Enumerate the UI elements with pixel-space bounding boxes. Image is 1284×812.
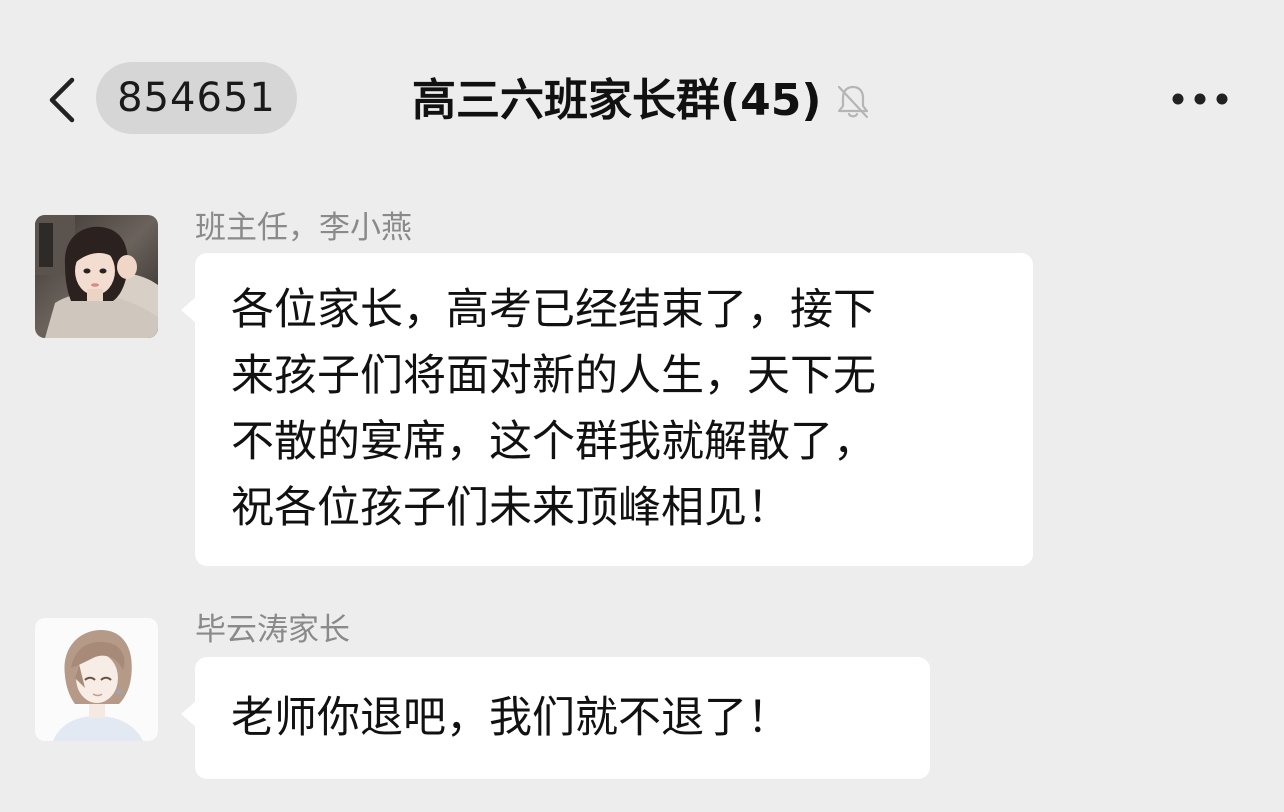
- back-button[interactable]: [40, 70, 90, 130]
- parent-avatar[interactable]: [35, 618, 158, 741]
- more-dots-icon: [1172, 93, 1228, 105]
- bell-slash-icon: [833, 81, 873, 121]
- message-text-line: 祝各位孩子们未来顶峰相见！: [231, 483, 790, 533]
- teacher-avatar[interactable]: [35, 215, 158, 338]
- sender-name: 毕云涛家长: [195, 612, 350, 648]
- message-text-line: 各位家长，高考已经结束了，接下: [231, 285, 876, 335]
- unread-count-badge[interactable]: 854651: [96, 62, 297, 134]
- message-text-line: 老师你退吧，我们就不退了！: [231, 693, 790, 743]
- page-title: 高三六班家长群(45): [412, 75, 822, 126]
- message-bubble[interactable]: 老师你退吧，我们就不退了！: [181, 657, 930, 779]
- more-options-button[interactable]: [1168, 84, 1232, 114]
- chat-title-area[interactable]: 高三六班家长群(45): [412, 68, 873, 134]
- message-bubble[interactable]: 各位家长，高考已经结束了，接下 来孩子们将面对新的人生，天下无 不散的宴席，这个…: [181, 253, 1033, 566]
- message-text-line: 不散的宴席，这个群我就解散了，: [231, 417, 876, 467]
- sender-name: 班主任，李小燕: [195, 210, 412, 246]
- chat-header: 854651 高三六班家长群(45): [0, 0, 1284, 200]
- chevron-left-icon: [49, 77, 75, 123]
- message-text-line: 来孩子们将面对新的人生，天下无: [231, 351, 876, 401]
